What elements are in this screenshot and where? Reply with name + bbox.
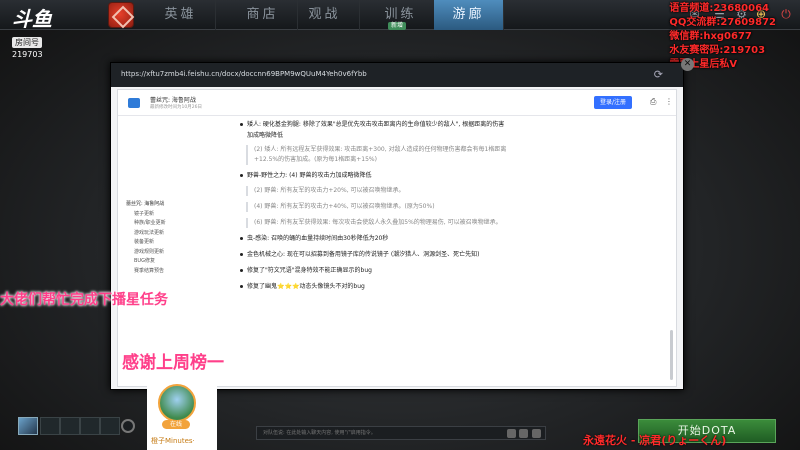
share-icon[interactable]: ⎙ — [650, 97, 656, 107]
list-item: 野兽-野性之力: (4) 野兽的攻击力加成略微降低 — [240, 171, 372, 181]
list-item: 修复了"符文咒语"混身特效不能正确显示的bug — [240, 266, 372, 276]
list-item: 金色机械之心: 现在可以招募到备用镜子库的传说镜子 (潮汐猎人、洞源剑圣、死亡先… — [240, 250, 480, 260]
list-item-text: 修复了"符文咒语"混身特效不能正确显示的bug — [247, 267, 372, 274]
send-icon[interactable] — [532, 429, 541, 438]
avatar — [158, 384, 196, 422]
tab-arcade[interactable]: 游廊 — [434, 0, 504, 30]
emoji-icon[interactable] — [507, 429, 516, 438]
new-badge: 新增 — [388, 22, 407, 30]
overlay-qq-group: QQ交流群:27609872 — [669, 17, 776, 28]
list-item: 矮人: 硬化基金狗腿: 移除了效果"总是优先攻击攻击距离内的生命值较少的敌人",… — [240, 120, 504, 130]
toc-item[interactable]: 镜子更新 — [126, 210, 196, 220]
party-settings-icon[interactable] — [121, 419, 135, 433]
dota-logo-icon[interactable] — [108, 2, 134, 28]
task-banner: 大佬们帮忙完成下播星任务 — [0, 292, 168, 308]
list-item-text: 金色机械之心: 现在可以招募到备用镜子库的传说镜子 (潮汐猎人、洞源剑圣、死亡先… — [247, 251, 480, 258]
refresh-icon[interactable]: ⟳ — [654, 68, 663, 81]
toc-item[interactable]: 装备更新 — [126, 238, 196, 248]
bullet-icon — [240, 237, 243, 240]
login-button[interactable]: 登录/注册 — [594, 96, 632, 109]
address-bar: https://xftu7zmb4i.feishu.cn/docx/doccnn… — [111, 63, 683, 87]
toc-item[interactable]: 种族/职业更新 — [126, 219, 196, 229]
room-number: 219703 — [12, 50, 43, 59]
party-chat-input[interactable]: 对队伍说: 在此处输入聊天内容, 使用"/"启用指令。 — [256, 426, 546, 440]
bullet-icon — [240, 285, 243, 288]
bullet-icon — [240, 253, 243, 256]
list-item: 修复了幽鬼⭐⭐⭐动态头像镜头不对的bug — [240, 282, 365, 292]
party-slot[interactable] — [60, 417, 80, 435]
toc-item[interactable]: 游戏规则更新 — [126, 248, 196, 258]
browser-window: https://xftu7zmb4i.feishu.cn/docx/doccnn… — [110, 62, 684, 390]
party-slot[interactable] — [40, 417, 60, 435]
document-page: 蕾丝咒: 海鲁阿战 最新修改时间为10月26日 登录/注册 ⎙ ⋮ 蕾丝咒: 海… — [117, 89, 677, 387]
list-item-text: 虫-感染: 召唤的蛹的血量持续时间由30秒降低为20秒 — [247, 235, 389, 242]
quote-line: (2) 野兽: 所有友军的攻击力+20%, 可以被召唤物继承。 — [246, 186, 405, 196]
douyu-logo: 斗鱼 — [12, 7, 52, 31]
thanks-banner: 感谢上周榜一 — [122, 353, 224, 373]
avatar-name: 橙子Minutes· — [151, 437, 195, 445]
close-icon[interactable]: ✕ — [681, 58, 694, 71]
party-slot[interactable] — [100, 417, 120, 435]
feishu-logo-icon — [128, 98, 140, 108]
toc-item[interactable]: 赛季结算预告 — [126, 267, 196, 277]
online-badge: 在线 — [162, 420, 190, 429]
toc-item[interactable]: 蕾丝咒: 海鲁阿战 — [126, 200, 196, 210]
bullet-icon — [240, 269, 243, 272]
party-slot[interactable] — [80, 417, 100, 435]
document-title: 蕾丝咒: 海鲁阿战 — [150, 97, 196, 104]
bullet-icon — [240, 123, 243, 126]
list-item: 加成略微降低 — [247, 132, 284, 139]
list-item-text: 修复了幽鬼⭐⭐⭐动态头像镜头不对的bug — [247, 283, 365, 290]
quote-line: (6) 野兽: 所有友军获得效果: 每次攻击会使敌人永久叠加5%的物理易伤, 可… — [246, 218, 502, 228]
tab-watch[interactable]: 观战 — [290, 0, 360, 30]
url-text[interactable]: https://xftu7zmb4i.feishu.cn/docx/doccnn… — [121, 70, 367, 78]
table-of-contents: 蕾丝咒: 海鲁阿战 镜子更新 种族/职业更新 游戏玩法更新 装备更新 游戏规则更… — [126, 200, 196, 276]
overlay-wechat-group: 微信群:hxg0677 — [669, 31, 752, 42]
streamer-avatar-card: 在线 橙子Minutes· — [147, 382, 217, 450]
bullet-icon — [240, 174, 243, 177]
voice-icon[interactable] — [519, 429, 528, 438]
streamer-signature: 永遠花火 - 凉君(りょーくん) — [583, 434, 727, 447]
tab-heroes[interactable]: 英雄 — [146, 0, 216, 30]
douyu-watermark: 斗鱼 房间号 219703 — [12, 8, 56, 59]
overlay-voice-channel: 语音频道:23680064 — [669, 3, 769, 14]
overlay-match-password: 水友赛密码:219703 — [669, 45, 766, 56]
more-icon[interactable]: ⋮ — [665, 97, 673, 106]
toc-item[interactable]: BUG修复 — [126, 257, 196, 267]
room-label: 房间号 — [12, 37, 42, 48]
list-item-text: 矮人: 硬化基金狗腿: 移除了效果"总是优先攻击攻击距离内的生命值较少的敌人",… — [247, 121, 505, 128]
document-subtitle: 最新修改时间为10月26日 — [150, 105, 202, 110]
chat-placeholder: 对队伍说: 在此处输入聊天内容, 使用"/"启用指令。 — [263, 430, 376, 436]
hero-portrait[interactable] — [18, 417, 38, 435]
scrollbar[interactable] — [670, 330, 673, 380]
quote-line: +12.5%的伤害加成。(原为每1格距离+15%) — [246, 155, 377, 165]
toc-item[interactable]: 游戏玩法更新 — [126, 229, 196, 239]
list-item: 虫-感染: 召唤的蛹的血量持续时间由30秒降低为20秒 — [240, 234, 388, 244]
list-item-text: 野兽-野性之力: (4) 野兽的攻击力加成略微降低 — [247, 172, 372, 179]
power-icon[interactable]: ⏻ — [775, 3, 797, 25]
quote-line: (4) 野兽: 所有友军的攻击力+40%, 可以被召唤物继承。(原为50%) — [246, 202, 435, 212]
tab-store[interactable]: 商店 — [228, 0, 298, 30]
quote-line: (2) 矮人: 所有远程友军获得效果: 攻击距离+300, 对敌人造成的任何物理… — [246, 145, 506, 155]
document-header: 蕾丝咒: 海鲁阿战 最新修改时间为10月26日 登录/注册 ⎙ ⋮ — [118, 90, 676, 116]
